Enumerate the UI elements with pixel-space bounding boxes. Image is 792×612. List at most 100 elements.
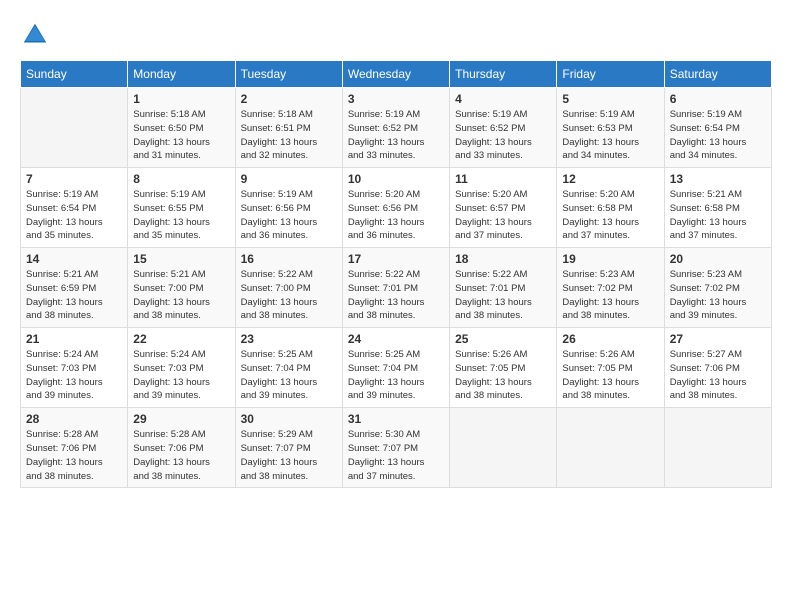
day-cell: 31 Sunrise: 5:30 AM Sunset: 7:07 PM Dayli… — [342, 408, 449, 488]
day-number: 3 — [348, 92, 444, 106]
day-info: Sunrise: 5:21 AM Sunset: 6:59 PM Dayligh… — [26, 268, 122, 323]
day-number: 19 — [562, 252, 658, 266]
day-cell: 15Sunrise: 5:21 AM Sunset: 7:00 PM Dayli… — [128, 248, 235, 328]
day-number: 20 — [670, 252, 766, 266]
day-cell: 14 Sunrise: 5:21 AM Sunset: 6:59 PM Dayli… — [21, 248, 128, 328]
day-cell: 5 Sunrise: 5:19 AM Sunset: 6:53 PM Daylig… — [557, 88, 664, 168]
day-number: 18 — [455, 252, 551, 266]
day-cell — [450, 408, 557, 488]
day-cell: 6 Sunrise: 5:19 AM Sunset: 6:54 PM Daylig… — [664, 88, 771, 168]
day-number: 31 — [348, 412, 444, 426]
day-cell: 17Sunrise: 5:22 AM Sunset: 7:01 PM Dayli… — [342, 248, 449, 328]
day-info: Sunrise: 5:26 AM Sunset: 7:05 PM Dayligh… — [455, 348, 551, 403]
day-info: Sunrise: 5:29 AM Sunset: 7:07 PM Dayligh… — [241, 428, 337, 483]
calendar-body: 1 Sunrise: 5:18 AM Sunset: 6:50 PM Daylig… — [21, 88, 772, 488]
day-cell — [664, 408, 771, 488]
day-number: 29 — [133, 412, 229, 426]
day-number: 5 — [562, 92, 658, 106]
day-number: 26 — [562, 332, 658, 346]
day-number: 22 — [133, 332, 229, 346]
day-info: Sunrise: 5:30 AM Sunset: 7:07 PM Dayligh… — [348, 428, 444, 483]
day-cell: 28 Sunrise: 5:28 AM Sunset: 7:06 PM Dayli… — [21, 408, 128, 488]
day-header-monday: Monday — [128, 61, 235, 88]
day-info: Sunrise: 5:22 AM Sunset: 7:01 PM Dayligh… — [455, 268, 551, 323]
day-header-friday: Friday — [557, 61, 664, 88]
day-number: 11 — [455, 172, 551, 186]
day-cell — [557, 408, 664, 488]
day-cell: 22Sunrise: 5:24 AM Sunset: 7:03 PM Dayli… — [128, 328, 235, 408]
day-cell: 11Sunrise: 5:20 AM Sunset: 6:57 PM Dayli… — [450, 168, 557, 248]
day-cell: 25 Sunrise: 5:26 AM Sunset: 7:05 PM Dayli… — [450, 328, 557, 408]
day-number: 10 — [348, 172, 444, 186]
week-row-4: 21 Sunrise: 5:24 AM Sunset: 7:03 PM Dayli… — [21, 328, 772, 408]
day-number: 7 — [26, 172, 122, 186]
day-info: Sunrise: 5:19 AM Sunset: 6:54 PM Dayligh… — [670, 108, 766, 163]
logo-icon — [20, 20, 50, 50]
day-info: Sunrise: 5:19 AM Sunset: 6:55 PM Dayligh… — [133, 188, 229, 243]
day-cell: 8 Sunrise: 5:19 AM Sunset: 6:55 PM Daylig… — [128, 168, 235, 248]
logo — [20, 20, 54, 50]
day-number: 2 — [241, 92, 337, 106]
day-cell: 21 Sunrise: 5:24 AM Sunset: 7:03 PM Dayli… — [21, 328, 128, 408]
day-cell — [21, 88, 128, 168]
day-cell: 12Sunrise: 5:20 AM Sunset: 6:58 PM Dayli… — [557, 168, 664, 248]
day-info: Sunrise: 5:21 AM Sunset: 6:58 PM Dayligh… — [670, 188, 766, 243]
day-number: 30 — [241, 412, 337, 426]
day-number: 4 — [455, 92, 551, 106]
day-number: 21 — [26, 332, 122, 346]
day-number: 28 — [26, 412, 122, 426]
day-number: 6 — [670, 92, 766, 106]
day-number: 27 — [670, 332, 766, 346]
day-info: Sunrise: 5:23 AM Sunset: 7:02 PM Dayligh… — [670, 268, 766, 323]
day-cell: 16Sunrise: 5:22 AM Sunset: 7:00 PM Dayli… — [235, 248, 342, 328]
day-header-saturday: Saturday — [664, 61, 771, 88]
day-cell: 2 Sunrise: 5:18 AM Sunset: 6:51 PM Daylig… — [235, 88, 342, 168]
day-number: 23 — [241, 332, 337, 346]
day-info: Sunrise: 5:28 AM Sunset: 7:06 PM Dayligh… — [133, 428, 229, 483]
day-info: Sunrise: 5:27 AM Sunset: 7:06 PM Dayligh… — [670, 348, 766, 403]
day-info: Sunrise: 5:19 AM Sunset: 6:52 PM Dayligh… — [348, 108, 444, 163]
day-info: Sunrise: 5:19 AM Sunset: 6:52 PM Dayligh… — [455, 108, 551, 163]
day-cell: 23 Sunrise: 5:25 AM Sunset: 7:04 PM Dayli… — [235, 328, 342, 408]
day-info: Sunrise: 5:19 AM Sunset: 6:54 PM Dayligh… — [26, 188, 122, 243]
day-number: 16 — [241, 252, 337, 266]
day-number: 24 — [348, 332, 444, 346]
day-header-thursday: Thursday — [450, 61, 557, 88]
day-number: 25 — [455, 332, 551, 346]
week-row-3: 14 Sunrise: 5:21 AM Sunset: 6:59 PM Dayli… — [21, 248, 772, 328]
day-number: 14 — [26, 252, 122, 266]
day-cell: 9 Sunrise: 5:19 AM Sunset: 6:56 PM Daylig… — [235, 168, 342, 248]
day-info: Sunrise: 5:19 AM Sunset: 6:53 PM Dayligh… — [562, 108, 658, 163]
day-info: Sunrise: 5:19 AM Sunset: 6:56 PM Dayligh… — [241, 188, 337, 243]
day-info: Sunrise: 5:20 AM Sunset: 6:56 PM Dayligh… — [348, 188, 444, 243]
day-cell: 10 Sunrise: 5:20 AM Sunset: 6:56 PM Dayli… — [342, 168, 449, 248]
calendar: SundayMondayTuesdayWednesdayThursdayFrid… — [20, 60, 772, 488]
day-info: Sunrise: 5:25 AM Sunset: 7:04 PM Dayligh… — [348, 348, 444, 403]
day-cell: 29 Sunrise: 5:28 AM Sunset: 7:06 PM Dayli… — [128, 408, 235, 488]
page-header — [20, 20, 772, 50]
day-cell: 1 Sunrise: 5:18 AM Sunset: 6:50 PM Daylig… — [128, 88, 235, 168]
week-row-2: 7 Sunrise: 5:19 AM Sunset: 6:54 PM Daylig… — [21, 168, 772, 248]
day-info: Sunrise: 5:21 AM Sunset: 7:00 PM Dayligh… — [133, 268, 229, 323]
day-cell: 26 Sunrise: 5:26 AM Sunset: 7:05 PM Dayli… — [557, 328, 664, 408]
day-cell: 13Sunrise: 5:21 AM Sunset: 6:58 PM Dayli… — [664, 168, 771, 248]
day-info: Sunrise: 5:28 AM Sunset: 7:06 PM Dayligh… — [26, 428, 122, 483]
day-cell: 30 Sunrise: 5:29 AM Sunset: 7:07 PM Dayli… — [235, 408, 342, 488]
header-row: SundayMondayTuesdayWednesdayThursdayFrid… — [21, 61, 772, 88]
day-info: Sunrise: 5:18 AM Sunset: 6:50 PM Dayligh… — [133, 108, 229, 163]
day-header-wednesday: Wednesday — [342, 61, 449, 88]
day-header-sunday: Sunday — [21, 61, 128, 88]
day-number: 1 — [133, 92, 229, 106]
day-cell: 24 Sunrise: 5:25 AM Sunset: 7:04 PM Dayli… — [342, 328, 449, 408]
day-cell: 27 Sunrise: 5:27 AM Sunset: 7:06 PM Dayli… — [664, 328, 771, 408]
day-number: 8 — [133, 172, 229, 186]
day-info: Sunrise: 5:18 AM Sunset: 6:51 PM Dayligh… — [241, 108, 337, 163]
day-info: Sunrise: 5:24 AM Sunset: 7:03 PM Dayligh… — [26, 348, 122, 403]
day-cell: 4 Sunrise: 5:19 AM Sunset: 6:52 PM Daylig… — [450, 88, 557, 168]
day-info: Sunrise: 5:20 AM Sunset: 6:58 PM Dayligh… — [562, 188, 658, 243]
week-row-5: 28 Sunrise: 5:28 AM Sunset: 7:06 PM Dayli… — [21, 408, 772, 488]
day-info: Sunrise: 5:26 AM Sunset: 7:05 PM Dayligh… — [562, 348, 658, 403]
day-number: 9 — [241, 172, 337, 186]
day-info: Sunrise: 5:25 AM Sunset: 7:04 PM Dayligh… — [241, 348, 337, 403]
day-info: Sunrise: 5:22 AM Sunset: 7:01 PM Dayligh… — [348, 268, 444, 323]
